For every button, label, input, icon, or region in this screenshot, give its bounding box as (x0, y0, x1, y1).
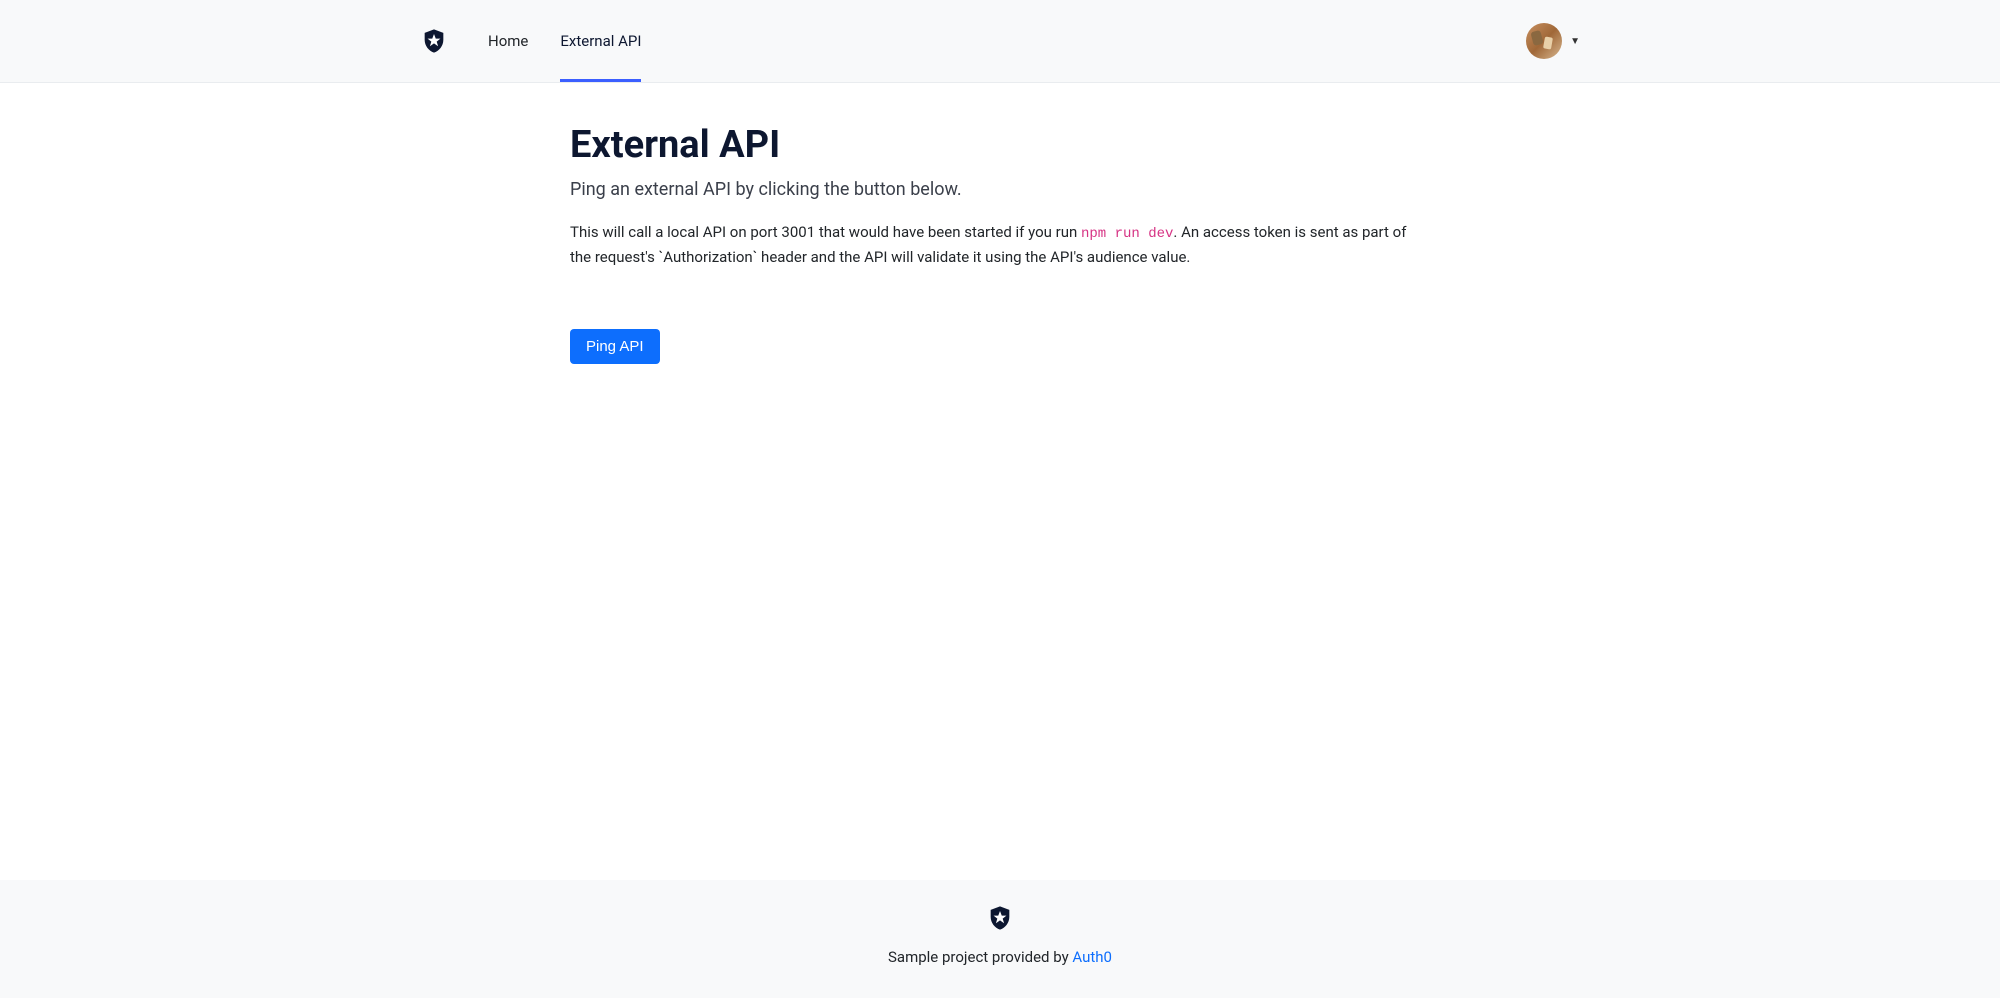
footer-auth0-link[interactable]: Auth0 (1072, 948, 1112, 966)
footer-text-label: Sample project provided by (888, 948, 1072, 966)
avatar (1526, 23, 1562, 59)
nav-home[interactable]: Home (488, 16, 528, 66)
footer-text: Sample project provided by Auth0 (0, 948, 2000, 966)
page-description: This will call a local API on port 3001 … (570, 220, 1430, 269)
footer: Sample project provided by Auth0 (0, 880, 2000, 998)
footer-logo-icon (0, 904, 2000, 936)
main-content: External API Ping an external API by cli… (0, 83, 2000, 880)
nav-links: Home External API (488, 16, 641, 66)
page-title: External API (570, 123, 1430, 167)
ping-api-button[interactable]: Ping API (570, 329, 660, 364)
caret-down-icon: ▼ (1570, 36, 1580, 47)
desc-text-1: This will call a local API on port 3001 … (570, 223, 1081, 241)
desc-code: npm run dev (1081, 226, 1173, 242)
page-lead: Ping an external API by clicking the but… (570, 179, 1430, 200)
brand-logo-icon[interactable] (420, 27, 448, 55)
navbar: Home External API ▼ (0, 0, 2000, 83)
nav-external-api[interactable]: External API (560, 16, 641, 66)
user-menu[interactable]: ▼ (1526, 23, 1580, 59)
